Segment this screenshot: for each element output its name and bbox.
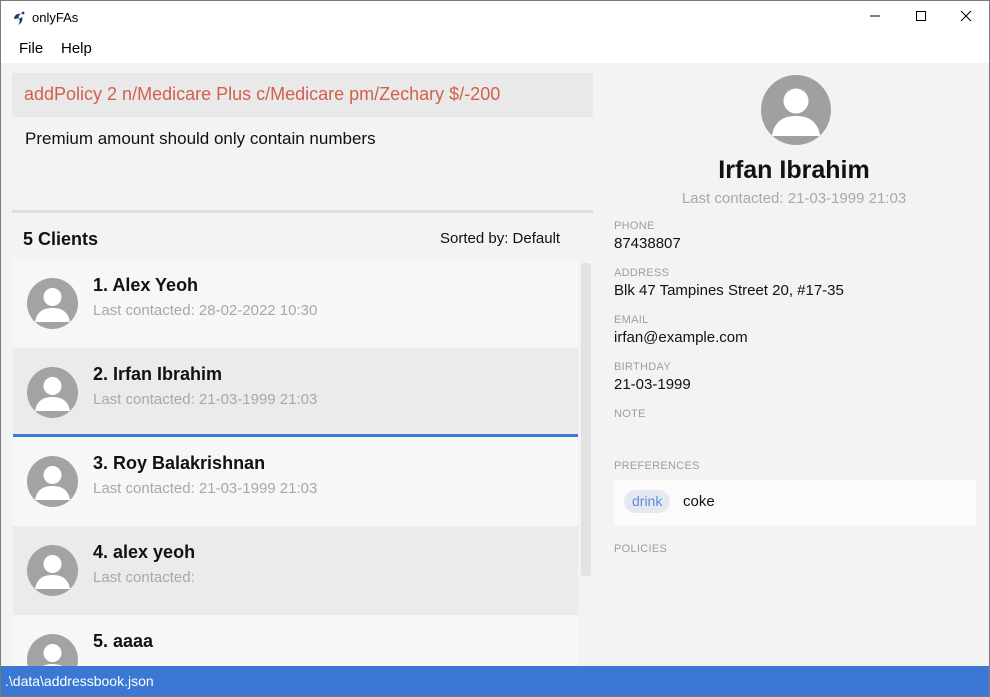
result-message: Premium amount should only contain numbe… [25,129,376,148]
preferences-label: PREFERENCES [614,460,700,472]
menu-help[interactable]: Help [61,40,92,57]
phone-value: 87438807 [614,235,681,252]
app-window: onlyFAs File Help addPolicy 2 n/Medicare… [0,0,990,697]
divider [12,210,593,213]
preferences-box: drink coke [614,480,976,526]
client-name: 4. alex yeoh [93,542,196,562]
detail-name: Irfan Ibrahim [718,156,870,184]
command-input[interactable]: addPolicy 2 n/Medicare Plus c/Medicare p… [12,73,593,117]
preference-tag: drink [624,490,671,513]
avatar-icon [761,75,831,145]
client-card[interactable]: 3. Roy Balakrishnan Last contacted: 21-0… [13,437,578,526]
client-list: 1. Alex Yeoh Last contacted: 28-02-2022 … [13,259,578,666]
birthday-label: BIRTHDAY [614,361,672,373]
client-last-contacted: Last contacted: 21-03-1999 21:03 [93,391,318,408]
email-value: irfan@example.com [614,329,748,346]
list-scrollbar[interactable] [581,263,591,576]
avatar-icon [27,545,78,596]
avatar-icon [27,278,78,329]
maximize-icon [915,9,927,27]
email-label: EMAIL [614,314,649,326]
client-card[interactable]: 4. alex yeoh Last contacted: [13,526,578,615]
client-card[interactable]: 2. Irfan Ibrahim Last contacted: 21-03-1… [13,348,578,437]
client-card[interactable]: 1. Alex Yeoh Last contacted: 28-02-2022 … [13,259,578,348]
address-value: Blk 47 Tampines Street 20, #17-35 [614,282,844,299]
client-last-contacted: Last contacted: [93,569,195,586]
minimize-icon [869,9,881,27]
main-area: addPolicy 2 n/Medicare Plus c/Medicare p… [1,63,989,666]
preference-value: coke [683,493,715,510]
avatar-icon [27,634,78,666]
data-file-path: .\data\addressbook.json [5,673,154,689]
status-bar: .\data\addressbook.json [1,666,989,696]
avatar-icon [27,367,78,418]
policies-label: POLICIES [614,543,668,555]
close-button[interactable] [943,1,989,34]
menu-bar: File Help [1,34,989,63]
app-logo-icon [11,10,27,26]
client-card[interactable]: 5. aaaa [13,615,578,666]
client-name: 2. Irfan Ibrahim [93,364,223,384]
note-label: NOTE [614,408,646,420]
phone-label: PHONE [614,220,655,232]
birthday-value: 21-03-1999 [614,376,691,393]
menu-file[interactable]: File [19,40,43,57]
client-last-contacted: Last contacted: 28-02-2022 10:30 [93,302,318,319]
client-last-contacted: Last contacted: 21-03-1999 21:03 [93,480,318,497]
title-bar[interactable]: onlyFAs [1,1,989,34]
window-title: onlyFAs [32,10,79,25]
detail-last-contacted: Last contacted: 21-03-1999 21:03 [681,190,907,207]
client-count-heading: 5 Clients [23,229,99,249]
client-name: 3. Roy Balakrishnan [93,453,266,473]
client-name: 5. aaaa [93,631,154,651]
client-detail-panel: Irfan Ibrahim Last contacted: 21-03-1999… [599,63,989,666]
close-icon [960,9,972,27]
maximize-button[interactable] [898,1,944,34]
sort-label: Sorted by: Default [440,230,561,247]
avatar-icon [27,456,78,507]
minimize-button[interactable] [852,1,898,34]
client-name: 1. Alex Yeoh [93,275,199,295]
address-label: ADDRESS [614,267,670,279]
command-text: addPolicy 2 n/Medicare Plus c/Medicare p… [24,84,501,104]
